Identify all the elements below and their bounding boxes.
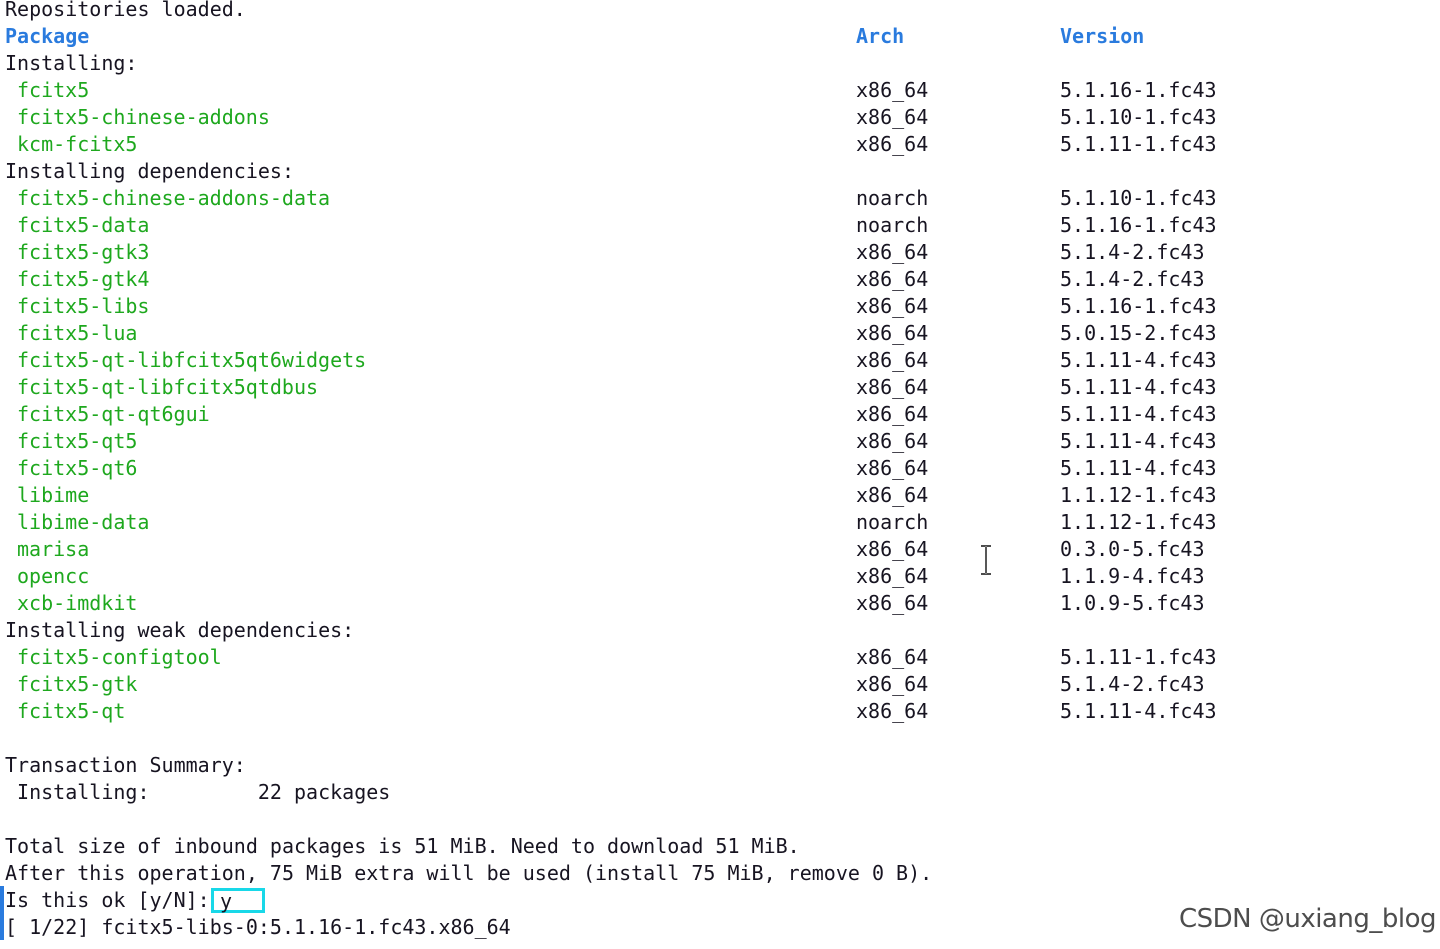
package-version: 5.1.11-4.fc43 bbox=[1060, 699, 1217, 723]
package-name: fcitx5-libs bbox=[17, 294, 150, 318]
package-version: 5.1.10-1.fc43 bbox=[1060, 105, 1217, 129]
package-name: fcitx5-chinese-addons-data bbox=[17, 186, 331, 210]
after-operation-text: After this operation, 75 MiB extra will … bbox=[5, 861, 933, 885]
column-header-package: Package bbox=[5, 24, 90, 48]
package-version: 5.1.11-4.fc43 bbox=[1060, 375, 1217, 399]
package-version: 5.1.11-4.fc43 bbox=[1060, 402, 1217, 426]
package-arch: x86_64 bbox=[856, 294, 929, 318]
package-version: 5.1.16-1.fc43 bbox=[1060, 294, 1217, 318]
section-weak: Installing weak dependencies: bbox=[0, 617, 354, 644]
progress-text: [ 1/22] fcitx5-libs-0:5.1.16-1.fc43.x86_… bbox=[5, 915, 511, 939]
package-name: fcitx5-data bbox=[17, 213, 150, 237]
package-name: fcitx5-configtool bbox=[17, 645, 222, 669]
package-version: 1.0.9-5.fc43 bbox=[1060, 591, 1205, 615]
summary-title-text: Transaction Summary: bbox=[5, 753, 246, 777]
section-weak-label: Installing weak dependencies: bbox=[5, 618, 355, 642]
section-installing: Installing: bbox=[0, 50, 137, 77]
package-name: fcitx5-qt bbox=[17, 699, 126, 723]
package-name: fcitx5 bbox=[17, 78, 90, 102]
package-arch: noarch bbox=[856, 510, 929, 534]
package-arch: x86_64 bbox=[856, 483, 929, 507]
package-arch: x86_64 bbox=[856, 537, 929, 561]
package-name: opencc bbox=[17, 564, 90, 588]
package-arch: x86_64 bbox=[856, 564, 929, 588]
package-name: fcitx5-qt-libfcitx5qt6widgets bbox=[17, 348, 367, 372]
package-name: fcitx5-qt6 bbox=[17, 456, 138, 480]
package-version: 5.1.11-4.fc43 bbox=[1060, 456, 1217, 480]
package-arch: x86_64 bbox=[856, 348, 929, 372]
watermark-text: CSDN @uxiang_blog bbox=[1178, 904, 1437, 934]
package-arch: x86_64 bbox=[856, 105, 929, 129]
after-operation-line: After this operation, 75 MiB extra will … bbox=[0, 860, 932, 887]
package-version: 5.1.4-2.fc43 bbox=[1060, 672, 1205, 696]
text-cursor-icon bbox=[981, 545, 991, 575]
package-version: 5.1.11-1.fc43 bbox=[1060, 645, 1217, 669]
package-name: libime bbox=[17, 483, 90, 507]
package-arch: x86_64 bbox=[856, 321, 929, 345]
confirm-input[interactable]: y bbox=[211, 888, 265, 913]
package-name: fcitx5-gtk bbox=[17, 672, 138, 696]
total-size-line: Total size of inbound packages is 51 MiB… bbox=[0, 833, 800, 860]
package-arch: noarch bbox=[856, 213, 929, 237]
section-dependencies-label: Installing dependencies: bbox=[5, 159, 294, 183]
package-version: 5.0.15-2.fc43 bbox=[1060, 321, 1217, 345]
package-name: fcitx5-gtk4 bbox=[17, 267, 150, 291]
package-version: 5.1.16-1.fc43 bbox=[1060, 213, 1217, 237]
package-arch: x86_64 bbox=[856, 645, 929, 669]
package-arch: x86_64 bbox=[856, 375, 929, 399]
section-dependencies: Installing dependencies: bbox=[0, 158, 294, 185]
package-arch: x86_64 bbox=[856, 672, 929, 696]
column-header-arch: Arch bbox=[856, 24, 905, 48]
column-header-version: Version bbox=[1060, 24, 1145, 48]
package-name: fcitx5-chinese-addons bbox=[17, 105, 270, 129]
transaction-summary-title: Transaction Summary: bbox=[0, 752, 246, 779]
package-name: fcitx5-lua bbox=[17, 321, 138, 345]
package-version: 5.1.16-1.fc43 bbox=[1060, 78, 1217, 102]
package-version: 1.1.12-1.fc43 bbox=[1060, 483, 1217, 507]
package-version: 1.1.12-1.fc43 bbox=[1060, 510, 1217, 534]
repositories-loaded-text: Repositories loaded. bbox=[5, 0, 246, 21]
terminal-window[interactable]: Repositories loaded. Package Arch Versio… bbox=[0, 0, 1440, 949]
summary-installing-text: Installing: 22 packages bbox=[5, 780, 391, 804]
package-name: libime-data bbox=[17, 510, 150, 534]
package-version: 5.1.11-1.fc43 bbox=[1060, 132, 1217, 156]
package-arch: x86_64 bbox=[856, 429, 929, 453]
confirm-prompt-line: Is this ok [y/N]: y bbox=[0, 887, 400, 914]
package-version: 5.1.4-2.fc43 bbox=[1060, 267, 1205, 291]
transaction-summary-installing: Installing: 22 packages bbox=[0, 779, 390, 806]
section-installing-label: Installing: bbox=[5, 51, 138, 75]
package-version: 5.1.4-2.fc43 bbox=[1060, 240, 1205, 264]
package-name: fcitx5-qt5 bbox=[17, 429, 138, 453]
confirm-prompt-text: Is this ok [y/N]: bbox=[5, 888, 210, 912]
package-version: 5.1.10-1.fc43 bbox=[1060, 186, 1217, 210]
prompt-marker bbox=[0, 886, 4, 940]
package-arch: x86_64 bbox=[856, 591, 929, 615]
package-name: marisa bbox=[17, 537, 90, 561]
package-version: 0.3.0-5.fc43 bbox=[1060, 537, 1205, 561]
package-name: fcitx5-gtk3 bbox=[17, 240, 150, 264]
package-version: 5.1.11-4.fc43 bbox=[1060, 429, 1217, 453]
package-name: kcm-fcitx5 bbox=[17, 132, 138, 156]
package-arch: x86_64 bbox=[856, 699, 929, 723]
progress-line: [ 1/22] fcitx5-libs-0:5.1.16-1.fc43.x86_… bbox=[0, 914, 511, 941]
status-line: Repositories loaded. bbox=[0, 0, 246, 23]
package-arch: x86_64 bbox=[856, 240, 929, 264]
package-name: xcb-imdkit bbox=[17, 591, 138, 615]
package-arch: x86_64 bbox=[856, 132, 929, 156]
package-name: fcitx5-qt-libfcitx5qtdbus bbox=[17, 375, 319, 399]
package-arch: x86_64 bbox=[856, 267, 929, 291]
package-arch: x86_64 bbox=[856, 456, 929, 480]
package-arch: x86_64 bbox=[856, 78, 929, 102]
column-header-row: Package Arch Version bbox=[0, 23, 1144, 50]
package-arch: noarch bbox=[856, 186, 929, 210]
package-version: 5.1.11-4.fc43 bbox=[1060, 348, 1217, 372]
package-arch: x86_64 bbox=[856, 402, 929, 426]
total-size-text: Total size of inbound packages is 51 MiB… bbox=[5, 834, 800, 858]
package-name: fcitx5-qt-qt6gui bbox=[17, 402, 210, 426]
package-version: 1.1.9-4.fc43 bbox=[1060, 564, 1205, 588]
